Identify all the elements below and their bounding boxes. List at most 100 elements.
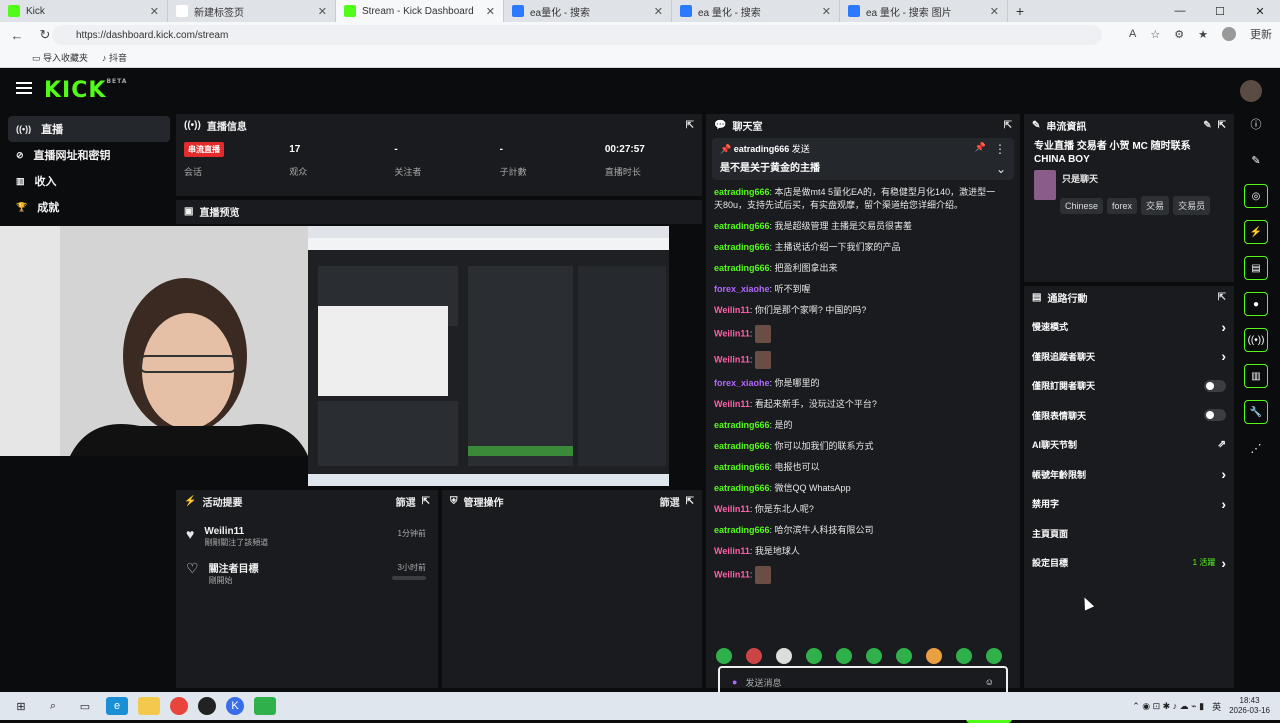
tray-icons[interactable]: ⌃ ◉ ⊡ ✱ ♪ ☁ ⌁ ▮ <box>1132 701 1204 712</box>
quick-action-item[interactable]: 禁用字 › <box>1024 489 1234 519</box>
start-icon[interactable]: ⊞ <box>10 697 32 715</box>
chat-username[interactable]: eatrading666 <box>714 263 770 273</box>
chat-username[interactable]: Weilin11 <box>714 305 750 315</box>
quick-action-item[interactable]: 僅限追蹤者聊天 › <box>1024 342 1234 372</box>
chat-username[interactable]: Weilin11 <box>714 504 750 514</box>
new-tab-icon[interactable]: + <box>1008 3 1032 19</box>
bookmark-import[interactable]: ▭ 导入收藏夹 <box>32 51 88 64</box>
chevron-right-icon[interactable]: › <box>1221 496 1226 512</box>
chat-username[interactable]: Weilin11 <box>714 328 750 338</box>
chat-username[interactable]: forex_xiaohe <box>714 284 770 294</box>
tab-close-icon[interactable]: ✕ <box>318 5 327 18</box>
favorites-icon[interactable]: ★ <box>1198 28 1208 41</box>
quick-action-item[interactable]: 僅限表情聊天 <box>1024 401 1234 431</box>
profile-avatar[interactable] <box>1222 27 1236 41</box>
browser-tab[interactable]: Stream - Kick Dashboard ✕ <box>336 0 504 22</box>
chat-username[interactable]: eatrading666 <box>714 525 770 535</box>
tab-close-icon[interactable]: ✕ <box>822 5 831 18</box>
emote-icon[interactable] <box>716 648 732 664</box>
close-window-icon[interactable]: ✕ <box>1240 5 1280 18</box>
favorite-star-icon[interactable]: ☆ <box>1150 28 1160 41</box>
quick-action-item[interactable]: AI聊天节制 ⇗ <box>1024 430 1234 460</box>
chevron-right-icon[interactable]: › <box>1221 466 1226 482</box>
bolt-icon[interactable]: ⚡ <box>1244 220 1268 244</box>
wechat-icon[interactable] <box>254 697 276 715</box>
chevron-right-icon[interactable]: › <box>1221 319 1226 335</box>
user-avatar[interactable] <box>1240 80 1262 102</box>
filter-button[interactable]: 篩選 <box>396 494 416 509</box>
chat-username[interactable]: Weilin11 <box>714 546 750 556</box>
emote-icon[interactable] <box>746 648 762 664</box>
sidebar-item[interactable]: ⊘ 直播网址和密钥 <box>8 142 170 168</box>
popout-icon[interactable]: ⇱ <box>422 496 430 507</box>
quick-action-item[interactable]: 僅限訂閱者聊天 <box>1024 371 1234 401</box>
sidebar-item[interactable]: ((•)) 直播 <box>8 116 170 142</box>
chat-username[interactable]: Weilin11 <box>714 569 750 579</box>
quick-action-item[interactable]: 主頁頁面 <box>1024 519 1234 549</box>
chat-username[interactable]: eatrading666 <box>714 420 770 430</box>
quick-action-item[interactable]: 慢速模式 › <box>1024 312 1234 342</box>
stream-preview[interactable] <box>308 226 669 486</box>
share-icon[interactable]: ⋰ <box>1244 436 1268 460</box>
obs-icon[interactable] <box>198 697 216 715</box>
menu-icon[interactable] <box>16 82 32 94</box>
toggle-switch[interactable] <box>1204 379 1226 392</box>
external-link-icon[interactable]: ⇗ <box>1218 439 1226 450</box>
quick-action-item[interactable]: 帳號年齡限制 › <box>1024 460 1234 490</box>
chat-username[interactable]: Weilin11 <box>714 399 750 409</box>
emote-icon[interactable] <box>926 648 942 664</box>
tab-close-icon[interactable]: ✕ <box>150 5 159 18</box>
chat-username[interactable]: Weilin11 <box>714 354 750 364</box>
layout-icon[interactable]: ▥ <box>1244 364 1268 388</box>
chat-username[interactable]: eatrading666 <box>714 441 770 451</box>
wrench-icon[interactable]: 🔧 <box>1244 400 1268 424</box>
pencil-icon[interactable]: ✎ <box>1244 148 1268 172</box>
emote-icon[interactable] <box>836 648 852 664</box>
tab-close-icon[interactable]: ✕ <box>990 5 999 18</box>
emote-icon[interactable] <box>986 648 1002 664</box>
popout-icon[interactable]: ⇱ <box>1218 292 1226 303</box>
emote-icon[interactable] <box>896 648 912 664</box>
sidebar-item[interactable]: 🏆 成就 <box>8 194 170 220</box>
minimize-icon[interactable]: — <box>1160 5 1200 17</box>
document-icon[interactable]: ▤ <box>1244 256 1268 280</box>
chat-username[interactable]: eatrading666 <box>714 187 770 197</box>
stream-tag[interactable]: forex <box>1107 197 1138 214</box>
file-explorer-icon[interactable] <box>138 697 160 715</box>
edge-icon[interactable]: e <box>106 697 128 715</box>
chat-username[interactable]: eatrading666 <box>714 462 770 472</box>
popout-icon[interactable]: ⇱ <box>686 496 694 507</box>
maximize-icon[interactable]: ☐ <box>1200 5 1240 18</box>
chevron-down-icon[interactable]: ⌄ <box>996 162 1006 176</box>
task-view-icon[interactable]: ▭ <box>74 697 96 715</box>
kick-logo[interactable]: KICKBETA <box>44 78 127 103</box>
browser-tab[interactable]: ea 量化 - 搜索 图片 ✕ <box>840 0 1008 22</box>
pinned-message[interactable]: 📌 eatrading666 发送 是不是关于黄金的主播 📌 ⋮ ⌄ <box>712 138 1014 180</box>
popout-icon[interactable]: ⇱ <box>1004 120 1012 131</box>
back-icon[interactable]: ← <box>8 28 26 43</box>
bookmark-douyin[interactable]: ♪ 抖音 <box>102 51 127 64</box>
extensions-icon[interactable]: ⚙ <box>1174 28 1184 41</box>
chat-bubble-icon[interactable]: ● <box>1244 292 1268 316</box>
chrome-icon[interactable] <box>170 697 188 715</box>
emote-icon[interactable] <box>806 648 822 664</box>
read-aloud-icon[interactable]: A <box>1129 28 1136 40</box>
edit-icon[interactable]: ✎ <box>1203 120 1211 131</box>
browser-tab[interactable]: ea 量化 - 搜索 ✕ <box>672 0 840 22</box>
emoji-icon[interactable]: ☺ <box>985 677 994 687</box>
chevron-right-icon[interactable]: › <box>1221 348 1226 364</box>
update-button[interactable]: 更新 <box>1250 26 1272 42</box>
tab-close-icon[interactable]: ✕ <box>486 5 495 18</box>
filter-button[interactable]: 篩選 <box>660 494 680 509</box>
info-icon[interactable]: ⓘ <box>1244 112 1268 136</box>
browser-tab[interactable]: ea量化 - 搜索 ✕ <box>504 0 672 22</box>
clock[interactable]: 18:43 2026-03-16 <box>1229 696 1270 716</box>
browser-tab[interactable]: Kick ✕ <box>0 0 168 22</box>
chevron-right-icon[interactable]: › <box>1221 555 1226 571</box>
unpin-icon[interactable]: 📌 <box>975 142 986 153</box>
ime-indicator[interactable]: 英 <box>1212 700 1221 713</box>
kick-app-icon[interactable]: K <box>226 697 244 715</box>
emote-icon[interactable] <box>776 648 792 664</box>
stream-tag[interactable]: Chinese <box>1060 197 1104 214</box>
chat-username[interactable]: eatrading666 <box>714 242 770 252</box>
